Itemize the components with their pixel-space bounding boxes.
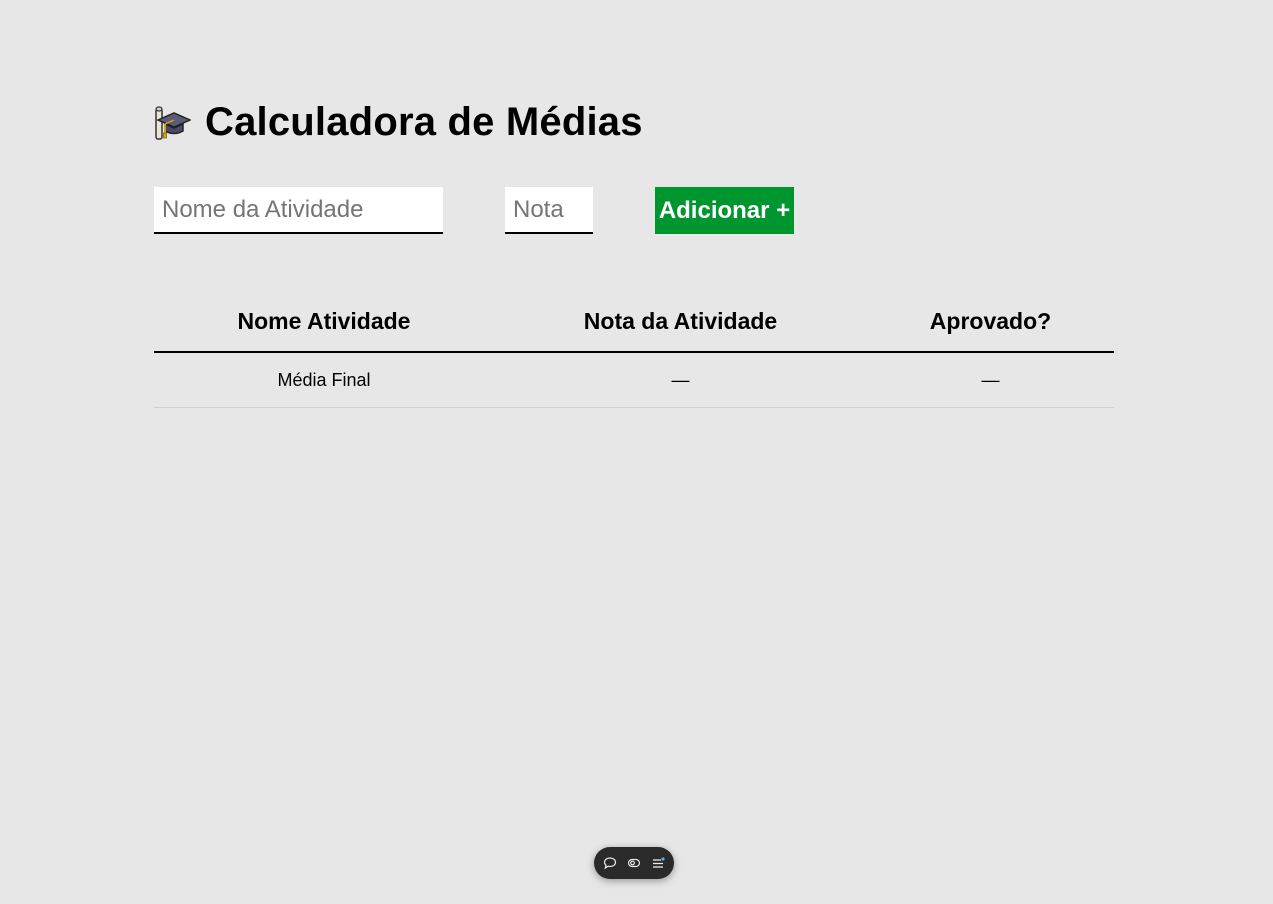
table-header-row: Nome Atividade Nota da Atividade Aprovad… [154, 291, 1114, 353]
column-header-activity-name: Nome Atividade [154, 291, 494, 353]
toggle-view-icon[interactable] [627, 856, 641, 870]
column-header-activity-grade: Nota da Atividade [494, 291, 867, 353]
grade-input[interactable] [505, 187, 593, 234]
grades-table: Nome Atividade Nota da Atividade Aprovad… [154, 291, 1114, 408]
final-average-value: — [494, 352, 867, 408]
activity-name-input[interactable] [154, 187, 443, 234]
page: Calculadora de Médias Adicionar + Nome A… [0, 0, 1273, 904]
add-activity-button[interactable]: Adicionar + [655, 187, 794, 234]
final-average-label: Média Final [154, 352, 494, 408]
final-approved-status: — [867, 352, 1114, 408]
page-title: Calculadora de Médias [205, 100, 643, 144]
final-average-row: Média Final — — [154, 352, 1114, 408]
graduation-cap-icon [153, 103, 192, 143]
floating-toolbar [594, 847, 674, 879]
comment-icon[interactable] [603, 856, 617, 870]
page-header: Calculadora de Médias [153, 100, 643, 145]
menu-list-icon[interactable] [651, 856, 665, 870]
column-header-approved: Aprovado? [867, 291, 1114, 353]
